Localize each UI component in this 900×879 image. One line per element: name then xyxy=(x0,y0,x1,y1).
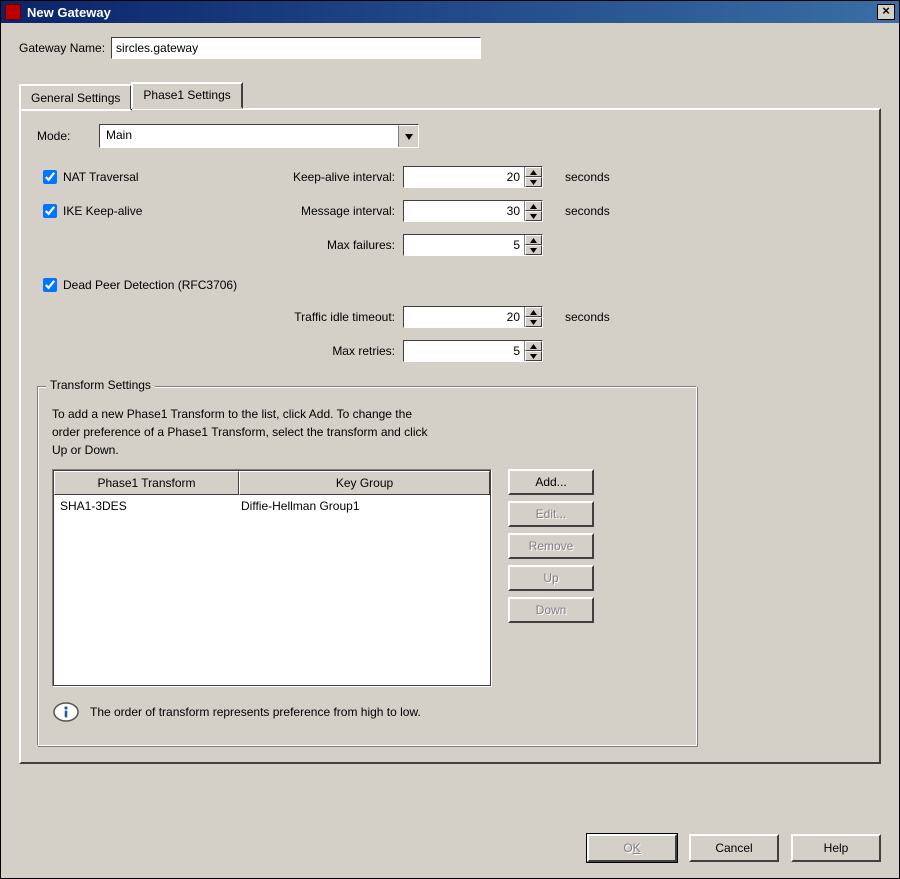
info-text: The order of transform represents prefer… xyxy=(90,705,421,719)
ok-button[interactable]: OK xyxy=(587,834,677,862)
keepalive-grid: NAT Traversal Keep-alive interval: 20 se… xyxy=(43,166,863,256)
mode-combobox[interactable]: Main xyxy=(99,124,419,148)
max-retries-value: 5 xyxy=(404,341,524,361)
tab-strip: General Settings Phase1 Settings xyxy=(19,81,881,108)
max-retries-label: Max retries: xyxy=(43,344,403,358)
gateway-name-row: Gateway Name: xyxy=(19,37,881,59)
col-key-group[interactable]: Key Group xyxy=(239,471,490,495)
down-button[interactable]: Down xyxy=(508,597,594,623)
spinner-up-icon[interactable] xyxy=(525,341,542,351)
spinner-down-icon[interactable] xyxy=(525,245,542,255)
transform-settings-group: Transform Settings To add a new Phase1 T… xyxy=(37,386,697,746)
table-body: SHA1-3DES Diffie-Hellman Group1 xyxy=(54,495,490,685)
col-phase1-transform[interactable]: Phase1 Transform xyxy=(54,471,239,495)
tab-general-settings[interactable]: General Settings xyxy=(19,84,132,111)
transform-settings-title: Transform Settings xyxy=(46,378,155,392)
max-failures-value: 5 xyxy=(404,235,524,255)
close-button[interactable]: × xyxy=(877,4,895,20)
transform-table[interactable]: Phase1 Transform Key Group SHA1-3DES Dif… xyxy=(52,469,492,687)
chevron-down-icon[interactable] xyxy=(398,125,418,147)
titlebar: New Gateway × xyxy=(1,1,899,23)
nat-traversal-label: NAT Traversal xyxy=(63,170,139,184)
max-retries-spinner[interactable]: 5 xyxy=(403,340,543,362)
ike-keepalive-label: IKE Keep-alive xyxy=(63,204,142,218)
dpd-checkbox[interactable]: Dead Peer Detection (RFC3706) xyxy=(43,278,863,292)
remove-button[interactable]: Remove xyxy=(508,533,594,559)
ike-keepalive-checkbox[interactable]: IKE Keep-alive xyxy=(43,204,223,218)
up-button[interactable]: Up xyxy=(508,565,594,591)
table-header: Phase1 Transform Key Group xyxy=(54,471,490,495)
traffic-idle-label: Traffic idle timeout: xyxy=(43,310,403,324)
transform-desc: To add a new Phase1 Transform to the lis… xyxy=(52,405,674,459)
ike-keepalive-check[interactable] xyxy=(43,204,57,218)
nat-traversal-check[interactable] xyxy=(43,170,57,184)
spinner-up-icon[interactable] xyxy=(525,201,542,211)
traffic-idle-spinner[interactable]: 20 xyxy=(403,306,543,328)
cell-transform: SHA1-3DES xyxy=(56,499,241,513)
dpd-check[interactable] xyxy=(43,278,57,292)
cell-keygroup: Diffie-Hellman Group1 xyxy=(241,499,488,513)
dpd-label: Dead Peer Detection (RFC3706) xyxy=(63,278,237,292)
keepalive-interval-unit: seconds xyxy=(553,170,653,184)
gateway-name-label: Gateway Name: xyxy=(19,41,105,55)
tab-phase1-settings[interactable]: Phase1 Settings xyxy=(131,82,242,109)
phase1-tab-page: Mode: Main NAT Traversal Keep-alive inte… xyxy=(19,108,881,764)
info-row: The order of transform represents prefer… xyxy=(52,701,674,723)
info-icon xyxy=(52,701,80,723)
gateway-name-input[interactable] xyxy=(111,37,481,59)
window-title: New Gateway xyxy=(27,5,111,20)
spinner-down-icon[interactable] xyxy=(525,317,542,327)
dialog-window: New Gateway × Gateway Name: General Sett… xyxy=(0,0,900,879)
mode-row: Mode: Main xyxy=(37,124,863,148)
dialog-body: Gateway Name: General Settings Phase1 Se… xyxy=(1,23,899,826)
transform-buttons: Add... Edit... Remove Up Down xyxy=(508,469,594,623)
message-interval-spinner[interactable]: 30 xyxy=(403,200,543,222)
dialog-buttons: OK Cancel Help xyxy=(1,826,899,878)
spinner-up-icon[interactable] xyxy=(525,167,542,177)
transform-table-area: Phase1 Transform Key Group SHA1-3DES Dif… xyxy=(52,469,674,687)
app-icon xyxy=(5,4,21,20)
spinner-down-icon[interactable] xyxy=(525,211,542,221)
table-row[interactable]: SHA1-3DES Diffie-Hellman Group1 xyxy=(54,495,490,517)
mode-label: Mode: xyxy=(37,129,93,143)
keepalive-interval-value: 20 xyxy=(404,167,524,187)
dpd-grid: Traffic idle timeout: 20 seconds Max ret… xyxy=(43,306,863,362)
spinner-down-icon[interactable] xyxy=(525,351,542,361)
traffic-idle-value: 20 xyxy=(404,307,524,327)
edit-button[interactable]: Edit... xyxy=(508,501,594,527)
message-interval-label: Message interval: xyxy=(223,204,403,218)
keepalive-interval-spinner[interactable]: 20 xyxy=(403,166,543,188)
max-failures-label: Max failures: xyxy=(223,238,403,252)
max-failures-spinner[interactable]: 5 xyxy=(403,234,543,256)
dpd-block: Dead Peer Detection (RFC3706) Traffic id… xyxy=(43,278,863,362)
spinner-up-icon[interactable] xyxy=(525,235,542,245)
cancel-button[interactable]: Cancel xyxy=(689,834,779,862)
keepalive-interval-label: Keep-alive interval: xyxy=(223,170,403,184)
spinner-up-icon[interactable] xyxy=(525,307,542,317)
add-button[interactable]: Add... xyxy=(508,469,594,495)
message-interval-value: 30 xyxy=(404,201,524,221)
spinner-down-icon[interactable] xyxy=(525,177,542,187)
help-button[interactable]: Help xyxy=(791,834,881,862)
nat-traversal-checkbox[interactable]: NAT Traversal xyxy=(43,170,223,184)
mode-value: Main xyxy=(100,125,398,147)
traffic-idle-unit: seconds xyxy=(553,310,653,324)
message-interval-unit: seconds xyxy=(553,204,653,218)
